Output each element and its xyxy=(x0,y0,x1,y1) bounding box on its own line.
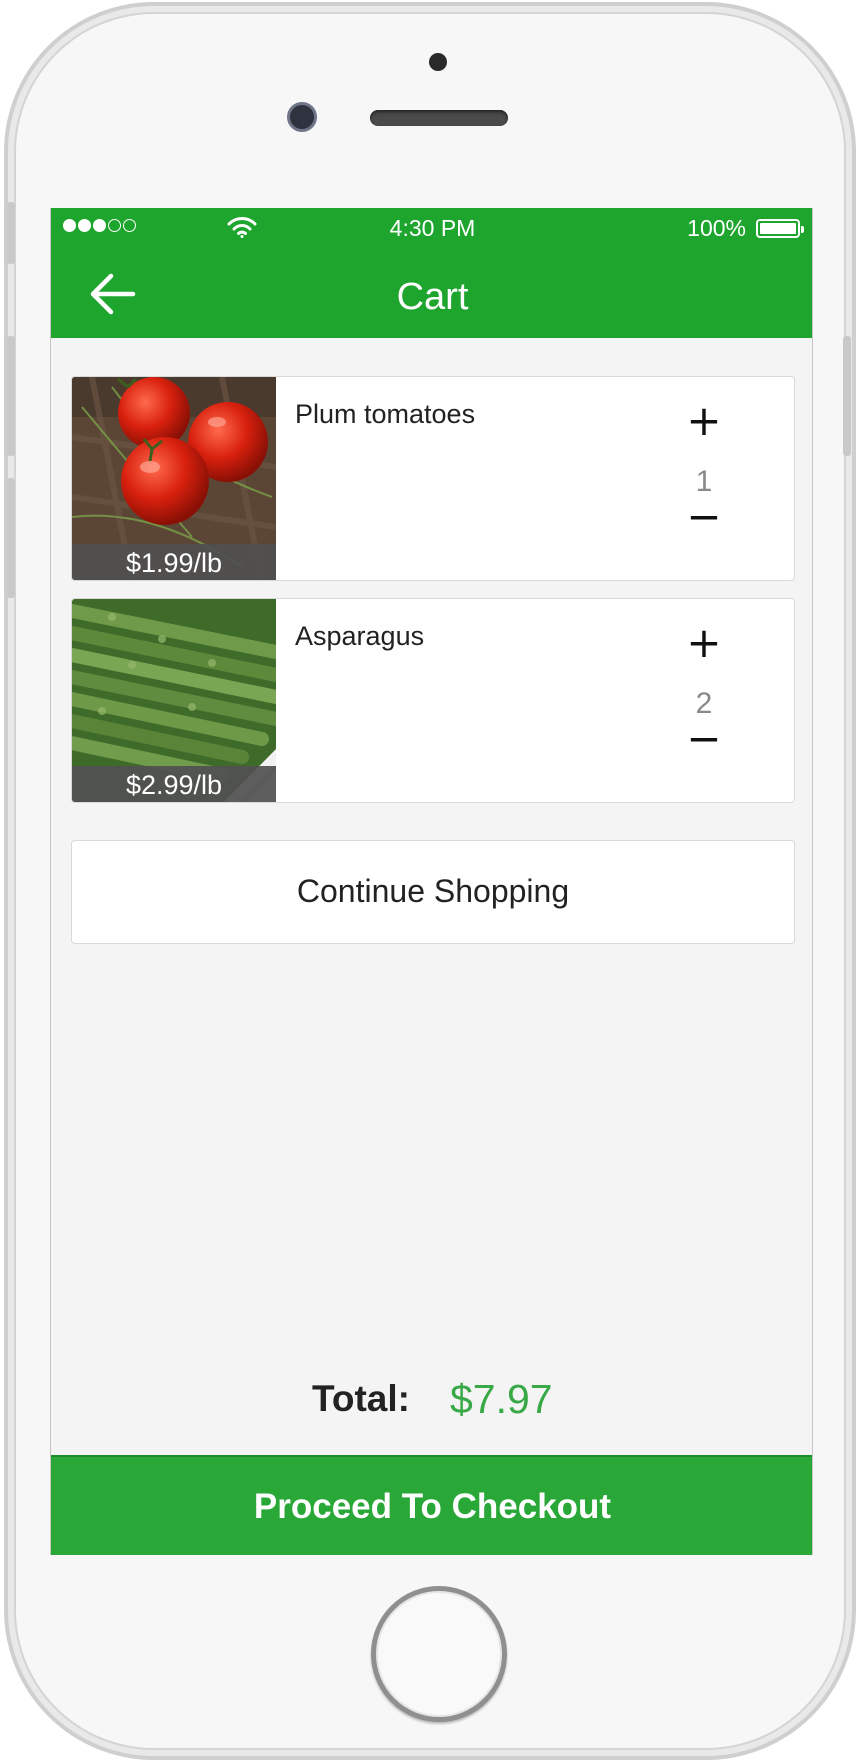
cart-item-plum-tomatoes: $1.99/lb Plum tomatoes + 1 − xyxy=(71,376,795,581)
status-bar: 4:30 PM 100% xyxy=(51,208,812,248)
decrease-quantity-button[interactable]: − xyxy=(682,495,726,539)
total-label: Total: xyxy=(312,1378,410,1419)
home-button[interactable] xyxy=(371,1586,507,1722)
screen: 4:30 PM 100% Cart $1.99/lb Plum tomatoes… xyxy=(50,208,813,1555)
increase-quantity-button[interactable]: + xyxy=(682,399,726,443)
battery-icon xyxy=(756,219,804,238)
price-tag: $1.99/lb xyxy=(72,544,276,580)
earpiece-speaker xyxy=(370,110,508,126)
decrease-quantity-button[interactable]: − xyxy=(682,717,726,761)
item-name: Asparagus xyxy=(295,621,425,651)
proximity-sensor xyxy=(429,53,447,71)
battery-percentage: 100% xyxy=(687,215,746,241)
page-title: Cart xyxy=(396,276,469,318)
proceed-to-checkout-button[interactable]: Proceed To Checkout xyxy=(51,1455,812,1555)
product-image: $1.99/lb xyxy=(72,377,276,580)
product-image: $2.99/lb xyxy=(72,599,276,802)
increase-quantity-button[interactable]: + xyxy=(682,621,726,665)
front-camera xyxy=(287,102,317,132)
app-header: 4:30 PM 100% Cart xyxy=(51,208,812,338)
volume-down-button xyxy=(7,478,15,598)
mute-switch xyxy=(7,202,15,264)
continue-shopping-button[interactable]: Continue Shopping xyxy=(71,840,795,944)
total-value: $7.97 xyxy=(450,1376,553,1422)
volume-up-button xyxy=(7,336,15,456)
item-name: Plum tomatoes xyxy=(295,399,476,429)
price-tag: $2.99/lb xyxy=(72,766,276,802)
power-button xyxy=(843,336,851,456)
cart-item-asparagus: $2.99/lb Asparagus + 2 − xyxy=(71,598,795,803)
